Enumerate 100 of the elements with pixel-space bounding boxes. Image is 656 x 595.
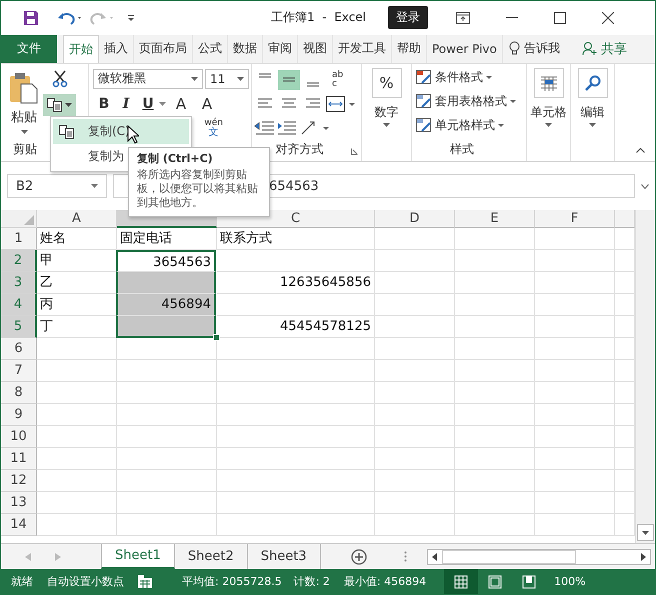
row-header[interactable]: 8 bbox=[1, 382, 37, 404]
splitter-icon[interactable] bbox=[404, 551, 407, 562]
font-name-field[interactable]: 微软雅黑 bbox=[93, 68, 203, 89]
person-add-icon bbox=[582, 41, 597, 56]
table-style-icon bbox=[416, 94, 432, 110]
search-icon[interactable] bbox=[578, 68, 608, 98]
ribbon-display-icon[interactable] bbox=[456, 12, 470, 24]
row-header[interactable]: 10 bbox=[1, 426, 37, 448]
ribbon-tab[interactable]: 视图 bbox=[298, 34, 333, 63]
ribbon-tab[interactable]: 帮助 bbox=[392, 34, 427, 63]
save-icon[interactable] bbox=[23, 10, 39, 26]
ribbon-tab[interactable]: 开始 bbox=[63, 34, 99, 63]
caret-icon bbox=[191, 76, 198, 81]
ribbon-tab[interactable]: 数据 bbox=[228, 34, 263, 63]
dialog-launcher-icon[interactable] bbox=[351, 148, 358, 156]
bold-button[interactable]: B bbox=[93, 92, 115, 115]
orientation-icon[interactable] bbox=[300, 120, 330, 136]
group-label: 剪贴 bbox=[13, 141, 38, 158]
horizontal-scrollbar[interactable] bbox=[426, 548, 651, 565]
undo-icon[interactable] bbox=[57, 10, 83, 25]
ribbon-tab[interactable]: 审阅 bbox=[263, 34, 298, 63]
row-header[interactable]: 9 bbox=[1, 404, 37, 426]
caret-icon bbox=[486, 76, 492, 80]
caret-icon bbox=[498, 124, 504, 128]
column-header[interactable]: D bbox=[375, 210, 455, 228]
row-header[interactable]: 1 bbox=[1, 228, 37, 250]
ribbon-tab[interactable]: 公式 bbox=[193, 34, 228, 63]
row-header[interactable]: 6 bbox=[1, 338, 37, 360]
column-header[interactable]: A bbox=[37, 210, 117, 228]
page-icon bbox=[488, 574, 502, 589]
merge-icon[interactable] bbox=[326, 96, 356, 112]
shrink-font-button[interactable]: A bbox=[196, 92, 218, 115]
row-header[interactable]: 11 bbox=[1, 448, 37, 470]
caret-icon bbox=[237, 76, 244, 81]
number-label: 数字 bbox=[374, 104, 398, 121]
caret-icon bbox=[510, 100, 516, 104]
minimize-icon[interactable] bbox=[506, 16, 518, 19]
font-size-field[interactable]: 11 bbox=[205, 68, 249, 89]
status-text: 平均值: 2055728.5 bbox=[182, 574, 282, 590]
name-box[interactable]: B2 bbox=[7, 174, 107, 198]
maximize-icon[interactable] bbox=[554, 12, 566, 24]
grow-font-button[interactable]: A bbox=[170, 92, 192, 115]
table-cell: 联系方式 bbox=[217, 228, 375, 250]
close-icon[interactable] bbox=[602, 12, 614, 24]
tooltip-title: 复制 (Ctrl+C) bbox=[137, 152, 214, 165]
styles-menu-button[interactable]: 条件格式 bbox=[416, 66, 526, 89]
add-sheet-icon[interactable] bbox=[350, 548, 367, 565]
table-cell: 45454578125 bbox=[217, 316, 375, 338]
row-header[interactable]: 7 bbox=[1, 360, 37, 382]
macro-icon[interactable] bbox=[138, 575, 152, 588]
row-header[interactable]: 14 bbox=[1, 514, 37, 536]
tell-me-button[interactable]: 告诉我 bbox=[508, 34, 560, 63]
ribbon-tab[interactable]: 页面布局 bbox=[134, 34, 193, 63]
paste-button[interactable]: 粘贴 bbox=[9, 68, 39, 134]
group-label: 对齐方式 bbox=[274, 141, 324, 158]
clipboard-icon bbox=[9, 72, 39, 104]
styles-menu-button[interactable]: 套用表格格式 bbox=[416, 90, 526, 113]
scissors-icon[interactable] bbox=[52, 70, 68, 88]
row-header[interactable]: 2 bbox=[1, 250, 37, 272]
wrap-text-button[interactable]: ab c bbox=[332, 70, 344, 89]
row-header[interactable]: 5 bbox=[1, 316, 37, 338]
column-header[interactable]: E bbox=[455, 210, 535, 228]
phonetic-button[interactable]: wén 文 bbox=[204, 118, 223, 138]
status-text: 自动设置小数点 bbox=[47, 574, 124, 590]
sign-in-button[interactable]: 登录 bbox=[388, 6, 428, 30]
row-header[interactable]: 4 bbox=[1, 294, 37, 316]
row-header[interactable]: 12 bbox=[1, 470, 37, 492]
table-cell: 甲 bbox=[37, 250, 117, 272]
file-tab[interactable]: 文件 bbox=[1, 34, 57, 63]
underline-button[interactable]: U bbox=[137, 92, 159, 115]
column-header[interactable]: F bbox=[535, 210, 615, 228]
vertical-align-button[interactable] bbox=[278, 70, 300, 90]
row-header[interactable]: 13 bbox=[1, 492, 37, 514]
italic-button[interactable]: I bbox=[115, 92, 137, 115]
indent-icons-drawing[interactable] bbox=[254, 120, 298, 136]
mouse-cursor-icon bbox=[127, 125, 139, 144]
status-text: 最小值: 456894 bbox=[344, 574, 426, 590]
lightbulb-icon bbox=[508, 41, 520, 56]
row-header[interactable]: 3 bbox=[1, 272, 37, 294]
fill-handle[interactable] bbox=[213, 334, 220, 342]
ribbon-tab[interactable]: 开发工具 bbox=[333, 34, 392, 63]
copy-button[interactable] bbox=[43, 94, 76, 116]
ribbon-tab[interactable]: Power Pivo bbox=[427, 34, 503, 63]
customize-icon[interactable] bbox=[127, 14, 135, 22]
collapse-ribbon-icon[interactable] bbox=[636, 148, 645, 154]
grid-icon bbox=[454, 574, 468, 589]
zoom-level[interactable]: 100% bbox=[554, 575, 586, 588]
table-style-icon bbox=[416, 70, 432, 86]
share-button[interactable]: 共享 bbox=[582, 34, 627, 63]
normal-view-button[interactable] bbox=[444, 569, 478, 594]
cells-label: 单元格 bbox=[530, 104, 566, 121]
sheet-tab[interactable]: Sheet1 bbox=[101, 544, 175, 570]
window-title: 工作簿1 - Excel bbox=[271, 9, 366, 26]
scroll-down-icon[interactable] bbox=[637, 524, 654, 542]
number-format-button[interactable]: % bbox=[372, 68, 402, 98]
styles-menu-button[interactable]: 单元格样式 bbox=[416, 114, 526, 137]
ribbon-tab[interactable]: 插入 bbox=[99, 34, 134, 63]
cells-icon[interactable] bbox=[534, 68, 564, 98]
caret-icon bbox=[159, 102, 166, 106]
expand-icon[interactable] bbox=[641, 184, 649, 189]
